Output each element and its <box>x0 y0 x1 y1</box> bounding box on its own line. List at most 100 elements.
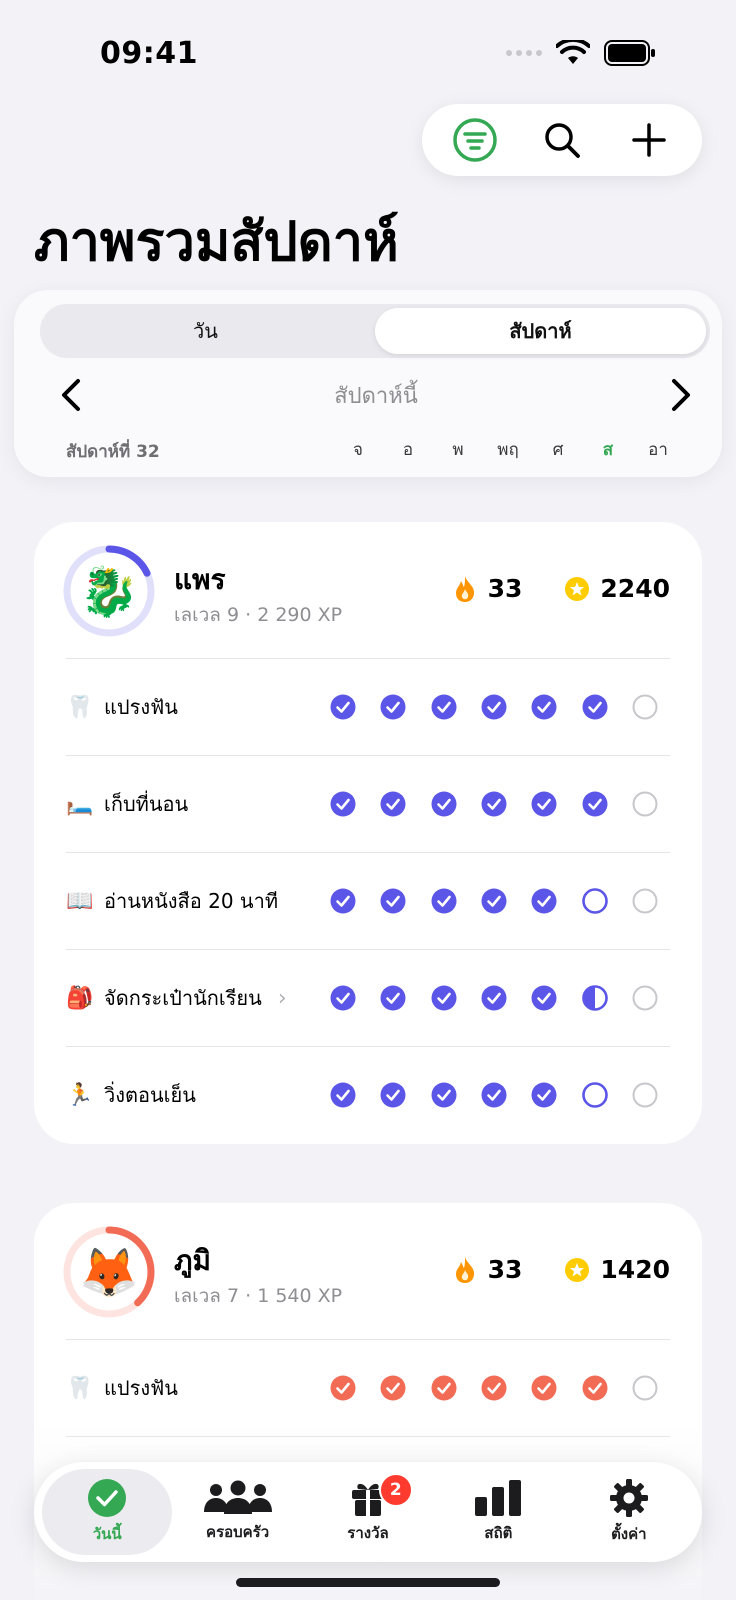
plus-icon <box>631 123 666 157</box>
home-indicator <box>236 1578 500 1587</box>
day-check-done[interactable] <box>368 693 418 721</box>
chore-label: วิ่งตอนเย็น <box>104 1083 196 1107</box>
day-check-done[interactable] <box>469 984 519 1012</box>
chore-row[interactable]: 📖 อ่านหนังสือ 20 นาที <box>34 853 702 949</box>
add-button[interactable] <box>619 110 679 170</box>
day-check-done[interactable] <box>569 790 619 818</box>
day-check-done[interactable] <box>469 1374 519 1402</box>
tooth-icon: 🦷 <box>66 1375 94 1401</box>
filter-icon <box>453 118 498 162</box>
day-check-done[interactable] <box>318 790 368 818</box>
day-check-done[interactable] <box>419 1374 469 1402</box>
filter-button[interactable] <box>445 110 505 170</box>
day-check-done[interactable] <box>368 887 418 915</box>
day-check-done[interactable] <box>519 1374 569 1402</box>
week-number: สัปดาห์ที่ 32 <box>66 442 160 462</box>
day-check-empty[interactable] <box>620 984 670 1012</box>
day-check-done[interactable] <box>419 790 469 818</box>
search-button[interactable] <box>532 110 592 170</box>
day-check-half[interactable] <box>569 984 619 1012</box>
day-check-empty[interactable] <box>620 1374 670 1402</box>
day-checks <box>318 693 670 721</box>
day-header: จ <box>353 440 363 460</box>
member-header[interactable]: 🐉 แพร เลเวล 9 · 2 290 XP 33 2240 <box>34 522 702 658</box>
chore-row[interactable]: 🦷 แปรงฟัน <box>34 659 702 755</box>
member-stats: 33 1420 <box>452 1255 670 1284</box>
segment-day[interactable]: วัน <box>40 304 371 358</box>
day-check-done[interactable] <box>419 693 469 721</box>
day-header: อา <box>648 440 668 460</box>
week-panel: วัน สัปดาห์ สัปดาห์นี้ สัปดาห์ที่ 32 จ อ… <box>14 290 722 477</box>
member-header[interactable]: 🦊 ภูมิ เลเวล 7 · 1 540 XP 33 1420 <box>34 1203 702 1339</box>
day-check-empty[interactable] <box>620 887 670 915</box>
chore-label: แปรงฟัน <box>104 1376 178 1400</box>
member-level: เลเวล 9 · 2 290 XP <box>174 604 343 626</box>
day-check-done[interactable] <box>318 984 368 1012</box>
day-check-empty[interactable] <box>620 790 670 818</box>
next-week-button[interactable] <box>668 378 694 412</box>
day-check-done[interactable] <box>318 1081 368 1109</box>
day-check-done[interactable] <box>519 790 569 818</box>
runner-icon: 🏃 <box>66 1082 94 1108</box>
avatar: 🐉 <box>79 563 139 620</box>
tab-today[interactable]: วันนี้ <box>42 1469 173 1555</box>
chore-row[interactable]: 🏃 วิ่งตอนเย็น <box>34 1047 702 1143</box>
battery-icon <box>604 40 655 66</box>
day-check-done[interactable] <box>419 1081 469 1109</box>
day-check-done[interactable] <box>368 790 418 818</box>
previous-week-button[interactable] <box>58 378 84 412</box>
day-check-done[interactable] <box>318 1374 368 1402</box>
tab-rewards[interactable]: รางวัล 2 <box>303 1469 433 1555</box>
day-checks <box>318 984 670 1012</box>
day-check-done[interactable] <box>519 693 569 721</box>
backpack-icon: 🎒 <box>66 985 94 1011</box>
avatar: 🦊 <box>79 1244 139 1301</box>
day-check-done[interactable] <box>368 1374 418 1402</box>
points-count: 2240 <box>600 574 670 603</box>
day-check-done[interactable] <box>519 887 569 915</box>
status-bar: 09:41 <box>0 0 736 100</box>
day-check-done[interactable] <box>419 887 469 915</box>
member-name: ภูมิ <box>174 1244 211 1277</box>
day-header: พฤ <box>497 440 519 460</box>
chore-label: เก็บที่นอน <box>104 792 189 816</box>
day-check-done[interactable] <box>569 693 619 721</box>
day-header: ศ <box>552 440 564 460</box>
tab-family[interactable]: ครอบครัว <box>172 1469 302 1555</box>
day-header-today: ส <box>602 440 614 460</box>
day-check-done[interactable] <box>519 1081 569 1109</box>
segment-week[interactable]: สัปดาห์ <box>375 308 706 354</box>
day-check-done[interactable] <box>368 984 418 1012</box>
day-check-done[interactable] <box>569 1374 619 1402</box>
day-check-empty[interactable] <box>620 693 670 721</box>
day-check-done[interactable] <box>318 887 368 915</box>
tab-stats[interactable]: สถิติ <box>433 1469 563 1555</box>
chore-row[interactable]: 🛏️ เก็บที่นอน <box>34 756 702 852</box>
day-headers: จ อ พ พฤ ศ ส อา <box>333 436 683 463</box>
wifi-icon <box>556 40 590 64</box>
day-check-pending[interactable] <box>569 1081 619 1109</box>
member-level: เลเวล 7 · 1 540 XP <box>174 1285 343 1307</box>
tab-settings[interactable]: ตั้งค่า <box>564 1469 694 1555</box>
day-check-done[interactable] <box>469 1081 519 1109</box>
chore-row[interactable]: 🎒 จัดกระเป๋านักเรียน › <box>34 950 702 1046</box>
toolbar-actions <box>422 104 702 176</box>
day-checks <box>318 1374 670 1402</box>
day-check-pending[interactable] <box>569 887 619 915</box>
week-label: สัปดาห์นี้ <box>334 383 418 409</box>
day-check-done[interactable] <box>318 693 368 721</box>
day-check-done[interactable] <box>469 693 519 721</box>
chevron-right-icon: › <box>277 985 287 1011</box>
day-check-done[interactable] <box>469 790 519 818</box>
day-header: พ <box>452 440 464 460</box>
tab-label: รางวัล <box>347 1524 389 1542</box>
day-check-done[interactable] <box>519 984 569 1012</box>
day-check-done[interactable] <box>469 887 519 915</box>
day-check-done[interactable] <box>368 1081 418 1109</box>
day-header: อ <box>402 440 414 460</box>
day-check-empty[interactable] <box>620 1081 670 1109</box>
view-segmented-control: วัน สัปดาห์ <box>40 304 710 358</box>
day-check-done[interactable] <box>419 984 469 1012</box>
chore-label: แปรงฟัน <box>104 695 178 719</box>
page-title: ภาพรวมสัปดาห์ <box>34 210 399 273</box>
